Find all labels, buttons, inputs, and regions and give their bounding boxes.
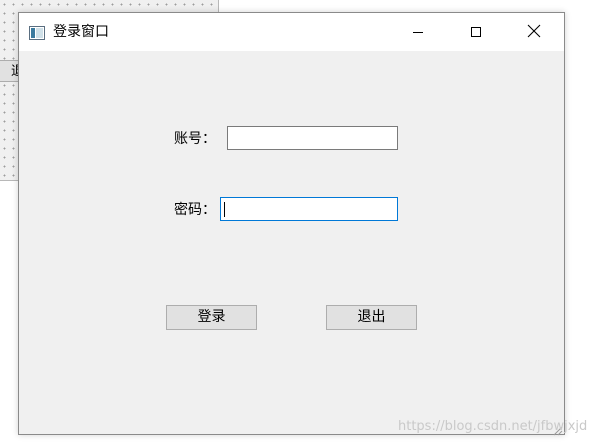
desktop: 退 登录窗口: [0, 0, 607, 447]
minimize-button[interactable]: [395, 13, 441, 51]
password-label: 密码：: [174, 202, 216, 218]
exit-button[interactable]: 退出: [326, 305, 417, 330]
close-button[interactable]: [511, 13, 557, 51]
maximize-button[interactable]: [453, 13, 499, 51]
app-window-icon: [29, 25, 45, 40]
account-input[interactable]: [227, 126, 398, 150]
text-caret: [224, 202, 225, 217]
login-button[interactable]: 登录: [166, 305, 257, 330]
close-icon: [527, 23, 541, 42]
maximize-icon: [470, 23, 482, 42]
title-bar[interactable]: 登录窗口: [19, 13, 564, 51]
minimize-icon: [412, 23, 424, 42]
password-input[interactable]: [220, 197, 398, 221]
watermark-text: https://blog.csdn.net/jfbwjxjd: [398, 419, 588, 434]
window-title: 登录窗口: [53, 24, 109, 40]
login-window: 登录窗口 账号： 密码： 登录 退出: [18, 12, 565, 436]
account-label: 账号：: [174, 131, 216, 147]
